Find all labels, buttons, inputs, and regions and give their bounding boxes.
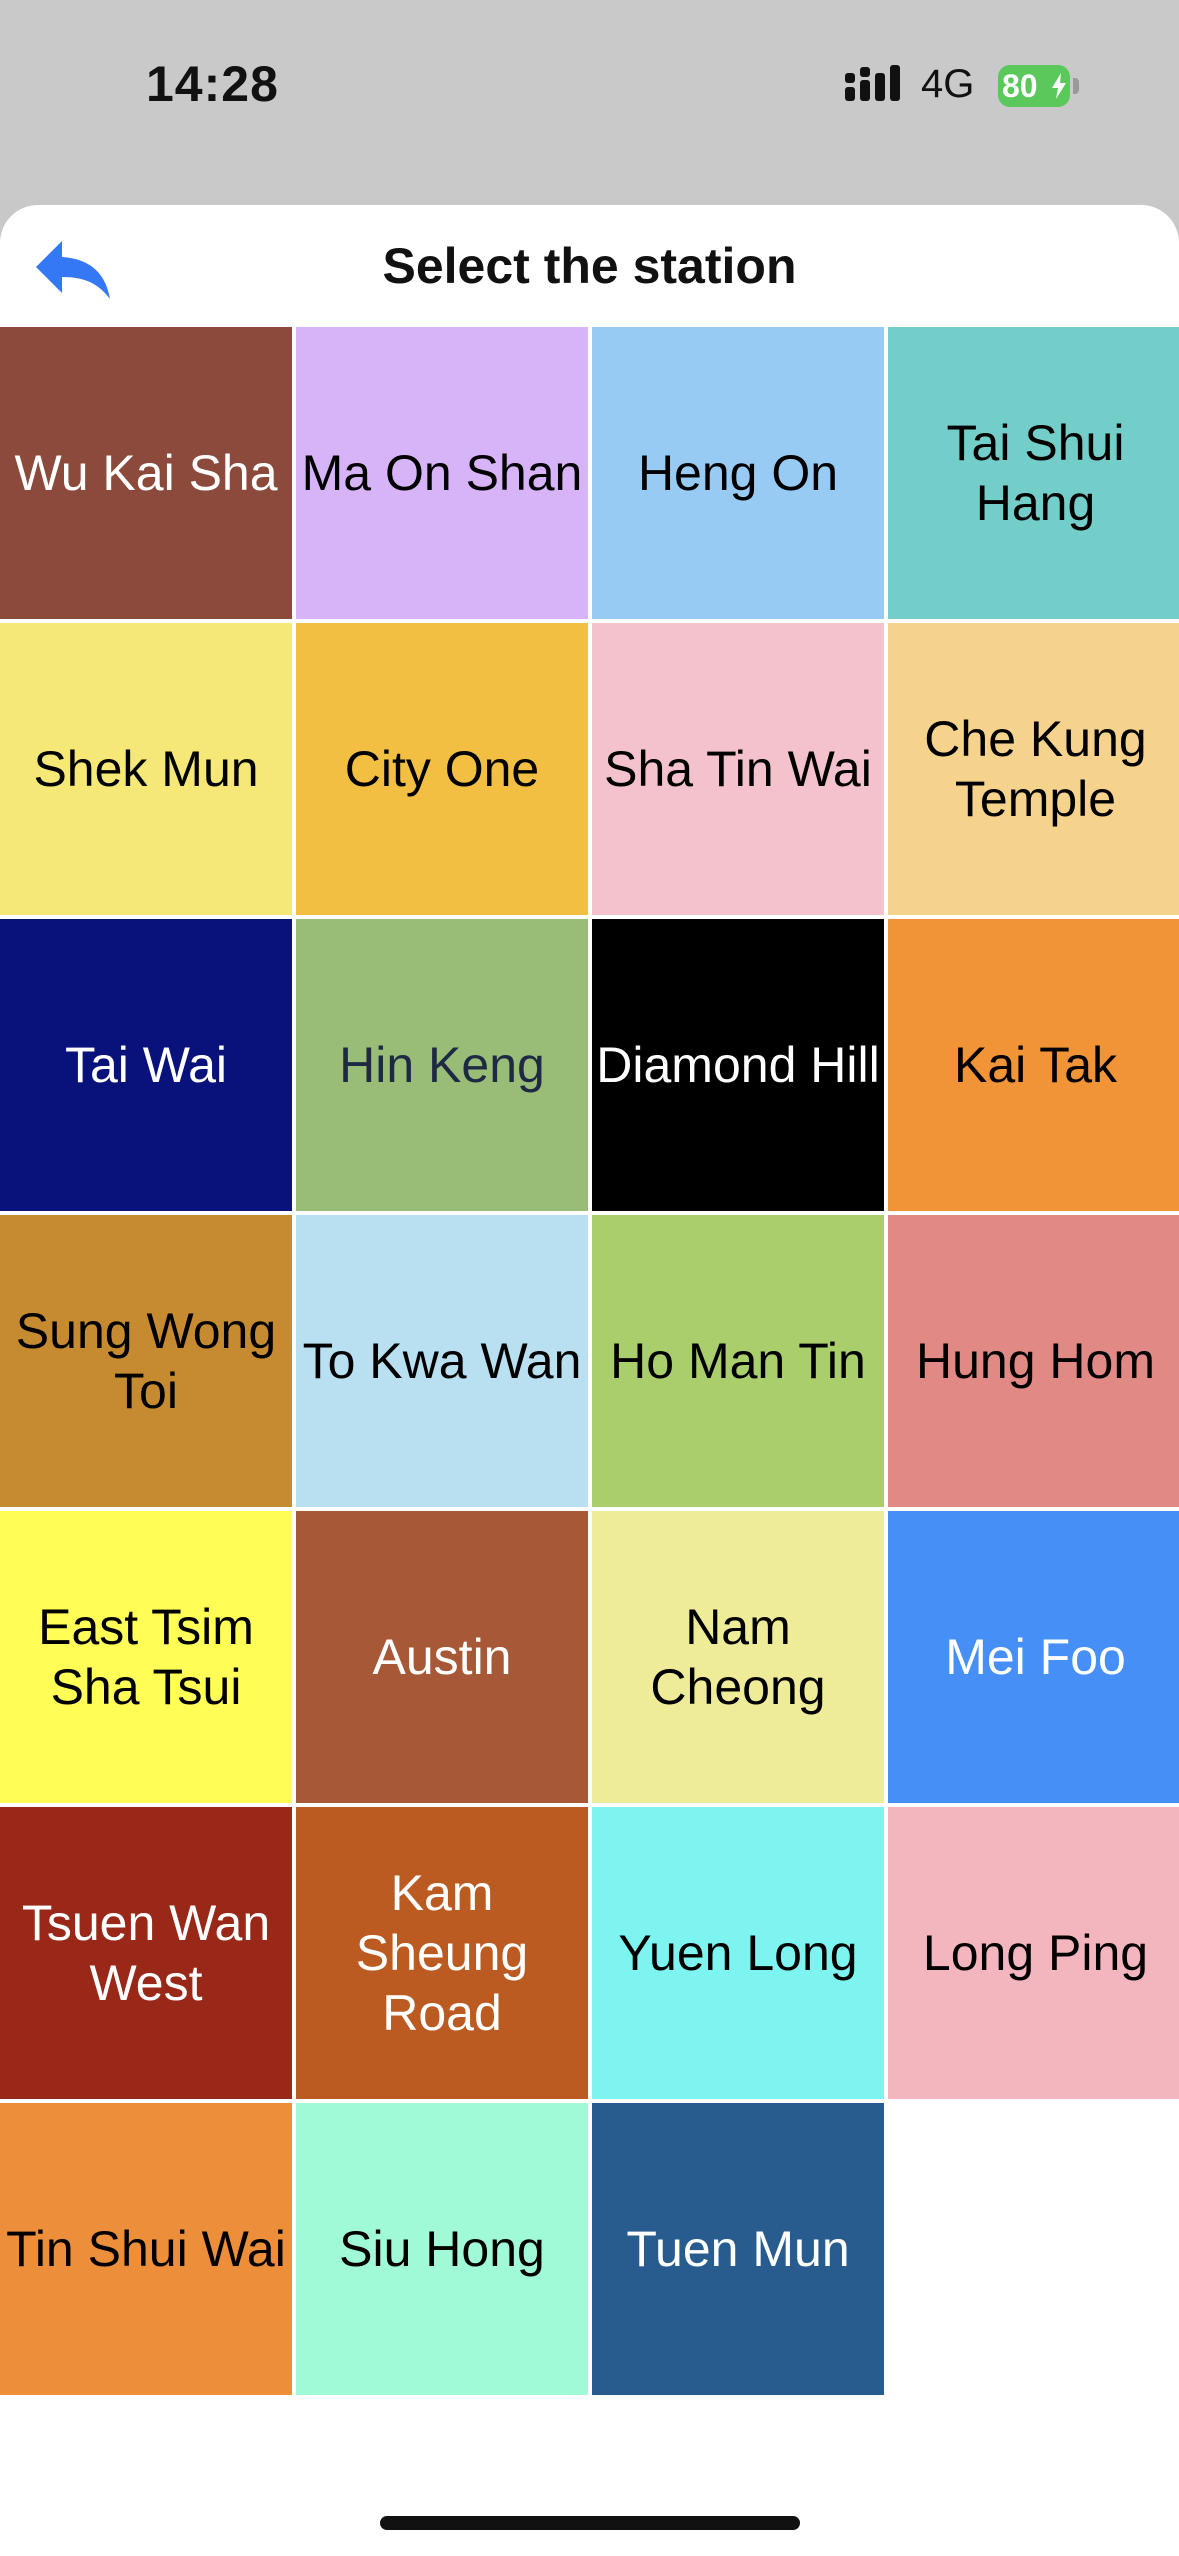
station-name: Tai Shui Hang	[946, 415, 1125, 531]
station-tile[interactable]: Sung Wong Toi	[0, 1215, 292, 1507]
page-title: Select the station	[382, 238, 797, 294]
station-name: Kam Sheung Road	[355, 1865, 529, 2041]
station-name: Nam Cheong	[650, 1599, 826, 1715]
station-name: Shek Mun	[33, 741, 259, 797]
station-tile[interactable]: Heng On	[592, 327, 884, 619]
station-tile[interactable]: Diamond Hill	[592, 919, 884, 1211]
station-tile[interactable]: Shek Mun	[0, 623, 292, 915]
station-tile[interactable]: East Tsim Sha Tsui	[0, 1511, 292, 1803]
station-name: Mei Foo	[945, 1629, 1126, 1685]
cellular-signal-icon	[845, 65, 900, 101]
station-name: To Kwa Wan	[302, 1333, 582, 1389]
station-name: Austin	[372, 1629, 512, 1685]
station-tile[interactable]: Austin	[296, 1511, 588, 1803]
station-tile[interactable]: Yuen Long	[592, 1807, 884, 2099]
station-tile[interactable]: Tsuen Wan West	[0, 1807, 292, 2099]
battery-indicator: 80	[998, 65, 1079, 107]
battery-cap	[1073, 78, 1079, 94]
station-name: Ma On Shan	[301, 445, 583, 501]
station-tile[interactable]: Siu Hong	[296, 2103, 588, 2395]
charging-bolt-icon	[1052, 73, 1066, 99]
station-name: City One	[344, 741, 540, 797]
station-name: Hung Hom	[916, 1333, 1155, 1389]
network-type: 4G	[921, 62, 975, 106]
station-name: Long Ping	[922, 1925, 1149, 1981]
station-tile[interactable]: Wu Kai Sha	[0, 327, 292, 619]
station-name: Sung Wong Toi	[15, 1303, 277, 1419]
battery-level: 80	[1002, 68, 1038, 104]
station-tile[interactable]: Kai Tak	[888, 919, 1179, 1211]
station-name: Hin Keng	[339, 1037, 545, 1093]
status-bar: 14:28 4G 80	[0, 0, 1179, 200]
station-tile[interactable]: Ma On Shan	[296, 327, 588, 619]
station-name: Tin Shui Wai	[6, 2221, 286, 2277]
station-tile[interactable]: Hin Keng	[296, 919, 588, 1211]
station-name: Tsuen Wan West	[21, 1895, 271, 2011]
station-name: Che Kung Temple	[924, 711, 1147, 827]
station-tile[interactable]: Ho Man Tin	[592, 1215, 884, 1507]
station-tile[interactable]: Kam Sheung Road	[296, 1807, 588, 2099]
station-name: Wu Kai Sha	[14, 445, 278, 501]
station-picker-sheet: Select the station Wu Kai Sha Ma On Shan H…	[0, 205, 1179, 2556]
station-tile[interactable]: Nam Cheong	[592, 1511, 884, 1803]
station-tile[interactable]: Sha Tin Wai	[592, 623, 884, 915]
station-name: Yuen Long	[618, 1925, 858, 1981]
station-name: Heng On	[637, 445, 839, 501]
station-name: East Tsim Sha Tsui	[38, 1599, 254, 1715]
station-tile[interactable]: To Kwa Wan	[296, 1215, 588, 1507]
station-name: Ho Man Tin	[610, 1333, 866, 1389]
home-indicator	[380, 2516, 800, 2530]
station-name: Diamond Hill	[596, 1037, 880, 1093]
station-tile[interactable]: Tin Shui Wai	[0, 2103, 292, 2395]
station-tile[interactable]: Long Ping	[888, 1807, 1179, 2099]
sheet-header: Select the station	[0, 205, 1179, 327]
station-name: Tai Wai	[64, 1037, 228, 1093]
station-tile[interactable]: Tai Shui Hang	[888, 327, 1179, 619]
station-tile[interactable]: Tuen Mun	[592, 2103, 884, 2395]
station-tile[interactable]: City One	[296, 623, 588, 915]
station-grid: Wu Kai Sha Ma On Shan Heng On Tai Shui Hang…	[0, 327, 1179, 2395]
station-tile[interactable]: Tai Wai	[0, 919, 292, 1211]
station-tile[interactable]: Mei Foo	[888, 1511, 1179, 1803]
station-name: Siu Hong	[339, 2221, 545, 2277]
station-tile[interactable]: Che Kung Temple	[888, 623, 1179, 915]
station-name: Tuen Mun	[626, 2221, 850, 2277]
station-name: Kai Tak	[953, 1037, 1118, 1093]
station-tile[interactable]: Hung Hom	[888, 1215, 1179, 1507]
status-time: 14:28	[146, 56, 279, 112]
station-name: Sha Tin Wai	[604, 741, 872, 797]
